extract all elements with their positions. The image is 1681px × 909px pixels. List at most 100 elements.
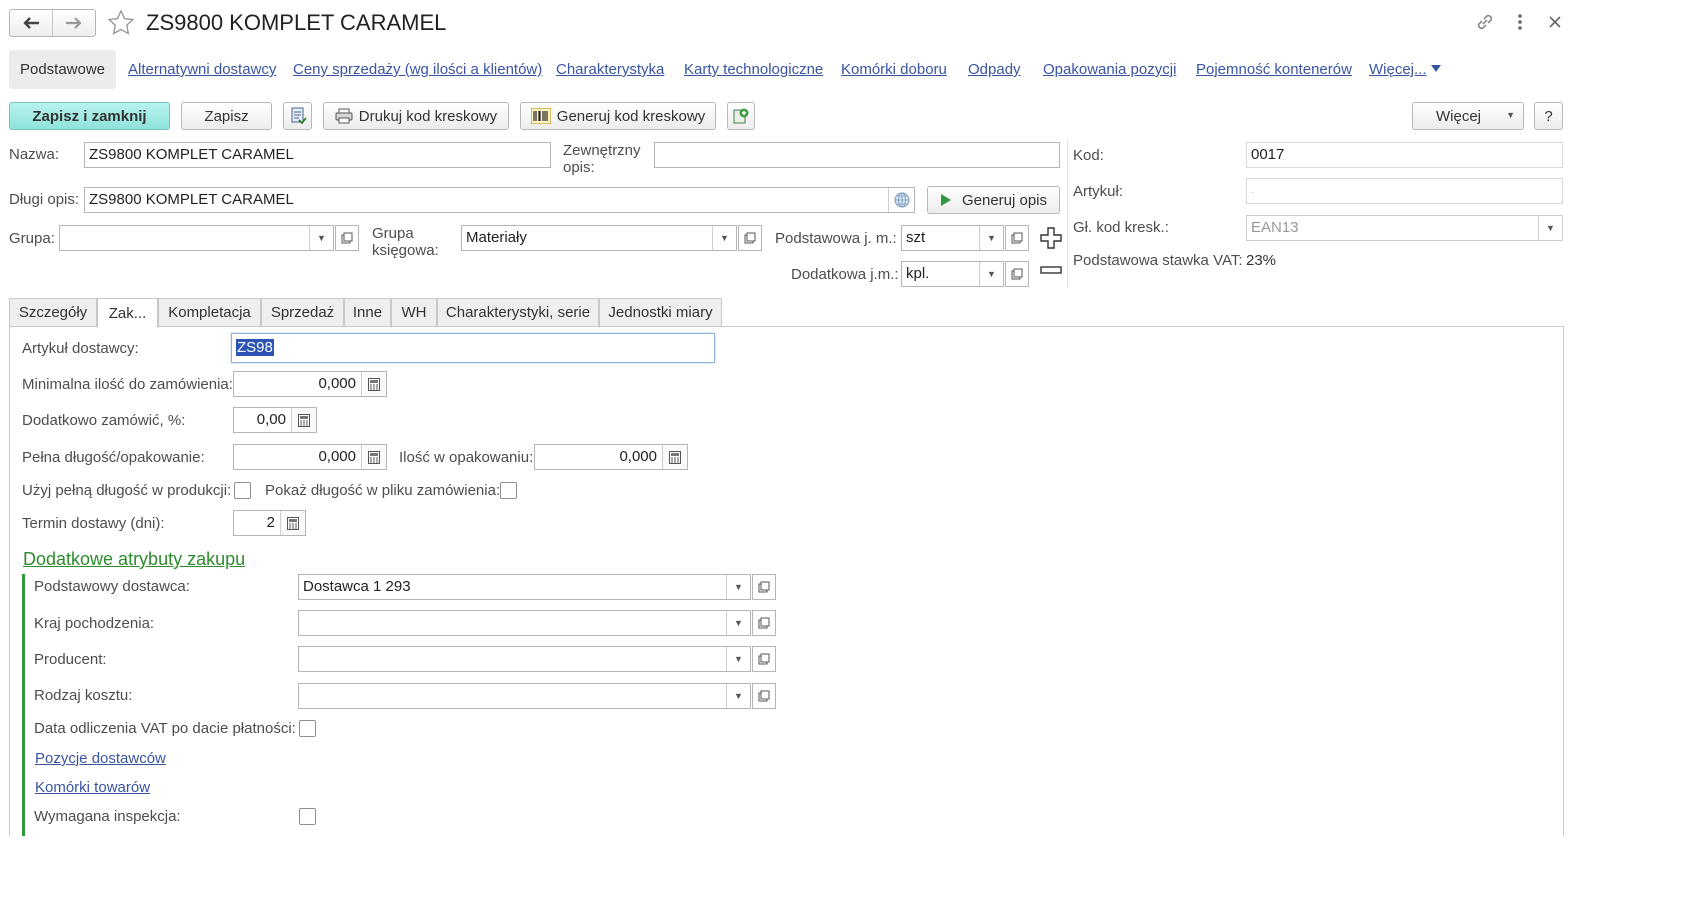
base-unit-field[interactable]: szt ▼	[901, 225, 1004, 251]
nav-charakterystyka[interactable]: Charakterystyka	[556, 61, 664, 78]
cost-type-open-button[interactable]	[752, 683, 776, 709]
generate-barcode-button[interactable]: Generuj kod kreskowy	[520, 102, 716, 130]
generate-desc-button[interactable]: Generuj opis	[927, 186, 1060, 214]
lead-time-value: 2	[266, 514, 275, 531]
long-desc-field[interactable]: ZS9800 KOMPLET CARAMEL	[84, 187, 915, 213]
inspection-checkbox[interactable]	[299, 808, 316, 825]
item-cells-link[interactable]: Komórki towarów	[35, 779, 150, 796]
origin-dropdown-icon[interactable]: ▼	[726, 611, 750, 635]
arrow-left-icon	[23, 17, 39, 29]
min-qty-value: 0,000	[318, 375, 356, 392]
producer-field[interactable]: ▼	[298, 646, 751, 672]
tab-podstawowe-label: Podstawowe	[19, 61, 106, 78]
link-icon[interactable]	[1475, 12, 1495, 32]
extra-attrs-title[interactable]: Dodatkowe atrybuty zakupu	[23, 548, 245, 570]
more-vertical-icon[interactable]	[1514, 12, 1526, 32]
save-close-button[interactable]: Zapisz i zamknij	[9, 102, 170, 130]
tab-inne[interactable]: Inne	[344, 298, 391, 326]
extra-unit-dropdown-icon[interactable]: ▼	[979, 262, 1003, 286]
acc-group-dropdown-icon[interactable]: ▼	[712, 226, 736, 250]
acc-group-field[interactable]: Materiały ▼	[461, 225, 737, 251]
group-dropdown-icon[interactable]: ▼	[309, 226, 333, 250]
nav-odpady[interactable]: Odpady	[968, 61, 1021, 78]
calculator-icon[interactable]	[361, 372, 386, 396]
base-unit-open-button[interactable]	[1005, 225, 1029, 251]
nav-pojemnosc-kontenerow[interactable]: Pojemność kontenerów	[1196, 61, 1352, 78]
help-button[interactable]: ?	[1534, 102, 1563, 130]
external-desc-field[interactable]	[654, 142, 1060, 168]
cost-type-field[interactable]: ▼	[298, 683, 751, 709]
lead-time-field[interactable]: 2	[233, 510, 306, 536]
tab-jednostki-miary[interactable]: Jednostki miary	[599, 298, 722, 326]
barcode-icon	[530, 108, 551, 124]
tab-kompletacja[interactable]: Kompletacja	[158, 298, 261, 326]
supplier-article-field[interactable]: ZS98	[231, 333, 715, 363]
long-desc-value: ZS9800 KOMPLET CARAMEL	[89, 191, 294, 208]
acc-group-value: Materiały	[466, 229, 527, 246]
open-window-icon	[758, 653, 770, 665]
back-button[interactable]	[10, 10, 53, 36]
base-supplier-dropdown-icon[interactable]: ▼	[726, 575, 750, 599]
close-icon[interactable]	[1548, 15, 1562, 29]
supplier-items-link[interactable]: Pozycje dostawców	[35, 750, 166, 767]
group-open-button[interactable]	[335, 225, 359, 251]
acc-group-label-line1: Grupa	[372, 225, 414, 242]
pack-qty-field[interactable]: 0,000	[534, 444, 688, 470]
tab-wh[interactable]: WH	[391, 298, 437, 326]
origin-field[interactable]: ▼	[298, 610, 751, 636]
save-button[interactable]: Zapisz	[181, 102, 272, 130]
barcode-field[interactable]: EAN13 ▼	[1246, 215, 1563, 241]
show-length-checkbox[interactable]	[500, 482, 517, 499]
nav-wiecej[interactable]: Więcej...	[1369, 61, 1427, 78]
extra-unit-open-button[interactable]	[1005, 261, 1029, 287]
base-supplier-open-button[interactable]	[752, 574, 776, 600]
article-field[interactable]: .	[1246, 178, 1563, 204]
minus-icon[interactable]	[1040, 264, 1062, 276]
use-full-length-checkbox[interactable]	[234, 482, 251, 499]
forward-button[interactable]	[53, 10, 96, 36]
base-supplier-field[interactable]: Dostawca 1 293 ▼	[298, 574, 751, 600]
vat-date-checkbox[interactable]	[299, 720, 316, 737]
full-length-field[interactable]: 0,000	[233, 444, 387, 470]
plus-icon[interactable]	[1040, 227, 1062, 249]
nav-karty-technologiczne[interactable]: Karty technologiczne	[684, 61, 823, 78]
barcode-dropdown-icon[interactable]: ▼	[1538, 216, 1562, 240]
code-field[interactable]: 0017	[1246, 142, 1563, 168]
extra-unit-field[interactable]: kpl. ▼	[901, 261, 1004, 287]
cost-type-dropdown-icon[interactable]: ▼	[726, 684, 750, 708]
tab-zakup[interactable]: Zak...	[97, 298, 158, 328]
tab-sprzedaz[interactable]: Sprzedaż	[261, 298, 344, 326]
globe-button[interactable]	[888, 188, 914, 212]
triangle-down-icon[interactable]	[1431, 65, 1441, 73]
calculator-icon[interactable]	[361, 445, 386, 469]
origin-open-button[interactable]	[752, 610, 776, 636]
nav-ceny-sprzedazy[interactable]: Ceny sprzedaży (wg ilości a klientów)	[293, 61, 542, 78]
base-unit-label: Podstawowa j. m.:	[775, 230, 897, 247]
min-qty-field[interactable]: 0,000	[233, 371, 387, 397]
base-unit-dropdown-icon[interactable]: ▼	[979, 226, 1003, 250]
acc-group-open-button[interactable]	[738, 225, 762, 251]
name-field[interactable]: ZS9800 KOMPLET CARAMEL	[84, 142, 551, 168]
group-field[interactable]: ▼	[59, 225, 334, 251]
supplier-article-value: ZS98	[236, 339, 274, 356]
external-desc-label-line1: Zewnętrzny	[563, 142, 641, 159]
tab-podstawowe[interactable]: Podstawowe	[9, 50, 116, 89]
calculator-icon[interactable]	[291, 408, 316, 432]
nav-komorki-doboru[interactable]: Komórki doboru	[841, 61, 947, 78]
export-button[interactable]	[727, 102, 755, 130]
calculator-icon[interactable]	[662, 445, 687, 469]
tab-charakterystyki[interactable]: Charakterystyki, serie	[437, 298, 599, 326]
nav-opakowania-pozycji[interactable]: Opakowania pozycji	[1043, 61, 1176, 78]
star-icon[interactable]	[107, 9, 135, 37]
document-button[interactable]	[283, 102, 312, 130]
producer-dropdown-icon[interactable]: ▼	[726, 647, 750, 671]
extra-order-field[interactable]: 0,00	[233, 407, 317, 433]
calculator-icon[interactable]	[280, 511, 305, 535]
tab-szczegoly[interactable]: Szczegóły	[9, 298, 97, 326]
name-label: Nazwa:	[9, 146, 60, 163]
extra-order-label: Dodatkowo zamówić, %:	[22, 412, 186, 429]
producer-open-button[interactable]	[752, 646, 776, 672]
print-barcode-button[interactable]: Drukuj kod kreskowy	[323, 102, 509, 130]
nav-alternatywni-dostawcy[interactable]: Alternatywni dostawcy	[128, 61, 276, 78]
more-button[interactable]: Więcej ▼	[1412, 102, 1524, 130]
